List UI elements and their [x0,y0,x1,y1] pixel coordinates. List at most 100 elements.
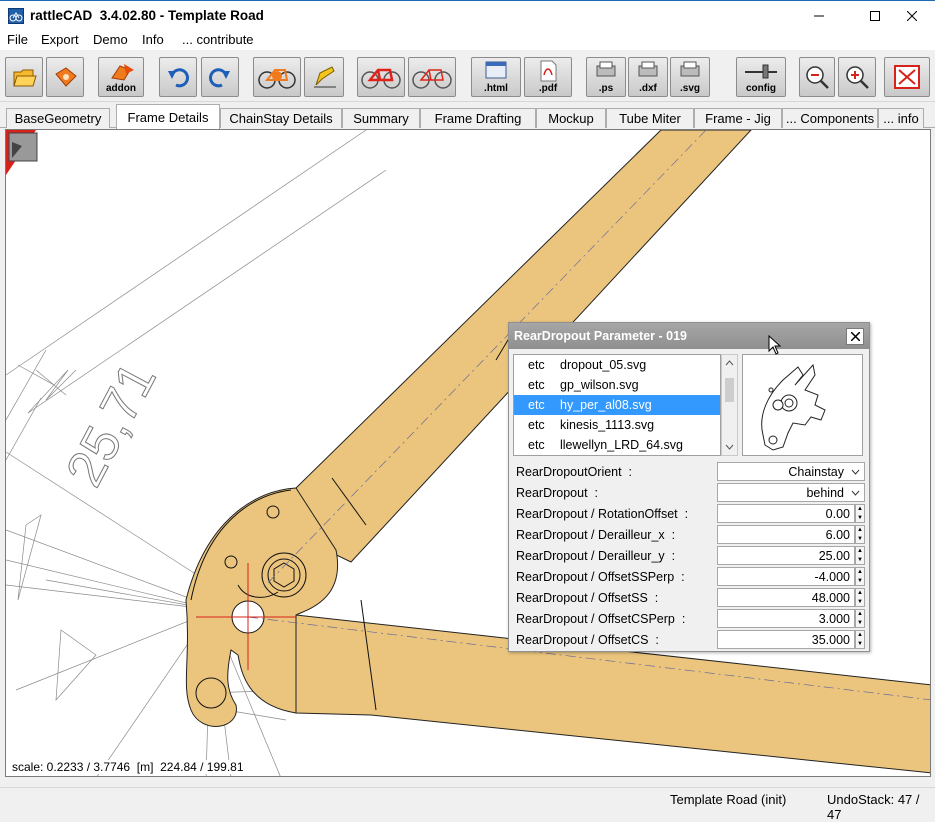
title-bar: rattleCAD 3.4.02.80 - Template Road [0,0,935,30]
pencil-icon [314,66,336,88]
menu-export[interactable]: Export [41,32,79,47]
tab-components[interactable]: ... Components [782,108,878,128]
param-row: RearDropout / OffsetSS : 48.000 ▲ ▼ [513,587,865,608]
list-item-selected[interactable]: etc hy_per_al08.svg [514,395,720,415]
redo-button[interactable] [201,57,239,97]
menu-file[interactable]: File [7,32,28,47]
list-item[interactable]: etc llewellyn_LRD_64.svg [514,435,720,455]
chevron-down-icon [851,469,860,475]
render-bike-icon [258,69,296,89]
tab-chainstay-details[interactable]: ChainStay Details [220,108,342,128]
menu-info[interactable]: Info [142,32,164,47]
close-button[interactable] [889,1,935,31]
zoom-in-icon [846,66,869,89]
param-row: RearDropout : behind [513,482,865,503]
export-svg-icon [680,61,700,77]
list-item[interactable]: etc dropout_05.svg [514,355,720,375]
tab-frame-jig[interactable]: Frame - Jig [694,108,782,128]
panel-title[interactable]: RearDropout Parameter - 019 [509,323,869,349]
rattlecad-app-icon[interactable] [8,8,24,24]
zoom-out-button[interactable] [799,57,835,97]
tab-bar: BaseGeometry Frame Details ChainStay Det… [0,104,935,129]
export-ps-button[interactable]: .ps [586,57,626,97]
offset-cs-field[interactable]: 35.000 [717,630,855,649]
spinner-icon[interactable]: ▲ ▼ [855,525,865,544]
tab-summary[interactable]: Summary [342,108,420,128]
addon-icon [111,64,134,81]
svg-label: .svg [679,83,700,94]
menu-bar: File Export Demo Info ... contribute [0,30,935,50]
menu-contribute[interactable]: ... contribute [182,32,254,47]
toolbar: addon .html .pdf .ps .dxf .svg config [0,52,935,102]
bike-red-outline-icon [412,69,452,89]
tab-info[interactable]: ... info [878,108,924,128]
bike-red-icon [361,68,401,89]
addon-button[interactable]: addon [98,57,144,97]
param-row: RearDropout / OffsetCS : 35.000 ▲ ▼ [513,629,865,650]
export-pdf-button[interactable]: .pdf [524,57,572,97]
config-icon [745,64,777,79]
export-html-button[interactable]: .html [471,57,521,97]
spinner-icon[interactable]: ▲ ▼ [855,588,865,607]
spinner-icon[interactable]: ▲ ▼ [855,630,865,649]
minimize-button[interactable] [796,1,842,31]
undo-button[interactable] [159,57,197,97]
spinner-icon[interactable]: ▲ ▼ [855,567,865,586]
list-item[interactable]: etc gp_wilson.svg [514,375,720,395]
file-list[interactable]: etc dropout_05.svg etc gp_wilson.svg etc hy… [513,354,721,456]
close-icon [907,11,917,21]
list-item[interactable]: etc kinesis_1113.svg [514,415,720,435]
param-row: RearDropout / Derailleur_y : 25.00 ▲ ▼ [513,545,865,566]
save-disk-icon [55,67,77,87]
config-button[interactable]: config [736,57,786,97]
param-label: RearDropout / Derailleur_x : [516,528,676,542]
param-label: RearDropout / OffsetSS : [516,591,659,605]
status-undo-stack: UndoStack: 47 / 47 [827,792,920,822]
draw-button[interactable] [304,57,344,97]
spinner-icon[interactable]: ▲ ▼ [855,504,865,523]
redo-icon [209,68,230,88]
position-select[interactable]: behind [717,483,865,502]
param-row: RearDropoutOrient : Chainstay [513,461,865,482]
fit-screen-icon [894,65,920,89]
pdf-label: .pdf [538,83,558,94]
offset-cs-perp-field[interactable]: 3.000 [717,609,855,628]
mouse-cursor-icon [768,335,782,355]
scroll-arrows-icon [725,360,734,450]
tab-basegeometry[interactable]: BaseGeometry [6,108,110,128]
param-label: RearDropoutOrient : [516,465,633,479]
html-label: .html [484,83,508,94]
param-row: RearDropout / RotationOffset : 0.00 ▲ ▼ [513,503,865,524]
menu-demo[interactable]: Demo [93,32,128,47]
rotation-offset-field[interactable]: 0.00 [717,504,855,523]
undo-icon [168,68,189,88]
derailleur-y-field[interactable]: 25.00 [717,546,855,565]
spinner-icon[interactable]: ▲ ▼ [855,609,865,628]
tab-tube-miter[interactable]: Tube Miter [606,108,694,128]
list-scrollbar[interactable] [721,354,738,456]
orient-select[interactable]: Chainstay [717,462,865,481]
render-button[interactable] [253,57,301,97]
open-button[interactable] [5,57,43,97]
export-pdf-icon [540,60,557,82]
tab-mockup[interactable]: Mockup [536,108,606,128]
zoom-in-button[interactable] [838,57,876,97]
export-html-icon [485,61,507,79]
export-dxf-button[interactable]: .dxf [628,57,668,97]
offset-ss-perp-field[interactable]: -4.000 [717,567,855,586]
save-button[interactable] [46,57,84,97]
derailleur-x-field[interactable]: 6.00 [717,525,855,544]
export-svg-button[interactable]: .svg [670,57,710,97]
bike-view-button[interactable] [357,57,405,97]
bike-outline-button[interactable] [408,57,456,97]
tab-frame-drafting[interactable]: Frame Drafting [420,108,536,128]
dxf-label: .dxf [639,83,657,94]
config-label: config [746,83,776,94]
fit-screen-button[interactable] [884,57,930,97]
panel-close-button[interactable] [846,328,864,345]
param-row: RearDropout / OffsetSSPerp : -4.000 ▲ ▼ [513,566,865,587]
spinner-icon[interactable]: ▲ ▼ [855,546,865,565]
offset-ss-field[interactable]: 48.000 [717,588,855,607]
param-label: RearDropout / OffsetCS : [516,633,659,647]
tab-frame-details[interactable]: Frame Details [116,104,220,129]
